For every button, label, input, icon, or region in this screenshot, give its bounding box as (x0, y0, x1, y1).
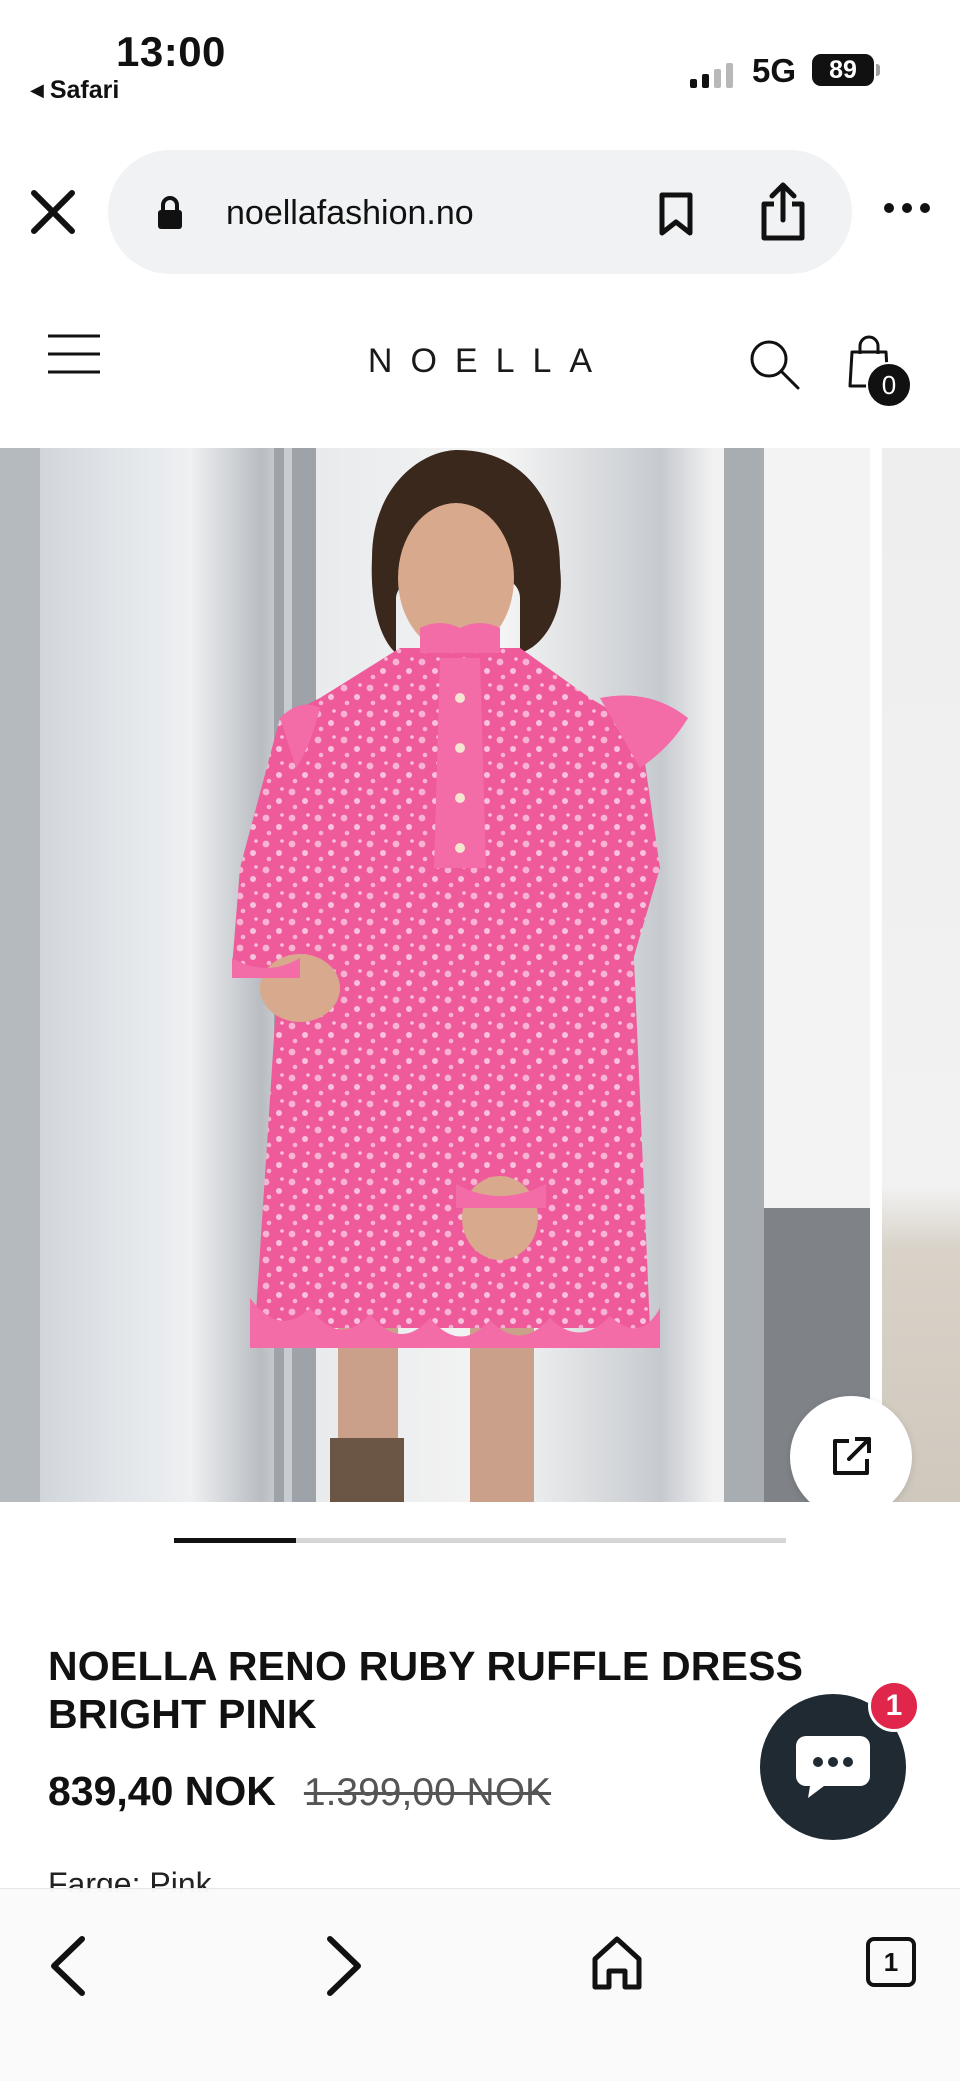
url-text: noellafashion.no (226, 194, 474, 232)
signal-icon (690, 62, 733, 88)
cart-count: 0 (881, 369, 897, 400)
open-tabs-count: 1 (883, 1946, 899, 1977)
chat-icon (796, 1736, 870, 1798)
browser-toolbar: 1 (0, 1888, 960, 2081)
status-time: 13:00 (116, 28, 226, 75)
brand-logo[interactable]: NOELLA (0, 342, 960, 381)
close-icon[interactable] (28, 187, 78, 237)
back-to-app-link[interactable]: ◀ Safari (30, 76, 119, 105)
bookmark-icon[interactable] (656, 192, 696, 236)
back-icon[interactable] (44, 1933, 94, 1999)
forward-icon[interactable] (318, 1933, 368, 1999)
share-icon[interactable] (758, 182, 808, 242)
back-triangle-icon: ◀ (30, 80, 44, 100)
original-price: 1.399,00 NOK (303, 1771, 552, 1814)
browser-address-bar: noellafashion.no (0, 142, 960, 282)
chat-unread-badge: 1 (868, 1680, 920, 1732)
cart-count-badge: 0 (866, 362, 912, 408)
site-header: NOELLA 0 (0, 290, 960, 450)
product-title: NOELLA RENO RUBY RUFFLE DRESS BRIGHT PIN… (48, 1643, 804, 1737)
search-icon[interactable] (748, 338, 800, 390)
tabs-icon[interactable]: 1 (866, 1937, 916, 1987)
battery-level: 89 (829, 55, 857, 84)
sale-price: 839,40 NOK (48, 1768, 276, 1814)
product-gallery[interactable] (0, 448, 960, 1502)
lock-icon (158, 196, 182, 229)
next-product-image[interactable] (882, 448, 960, 1502)
more-icon[interactable] (882, 198, 932, 218)
battery-tip (876, 64, 880, 76)
url-field[interactable]: noellafashion.no (108, 150, 852, 274)
home-icon[interactable] (590, 1933, 644, 1993)
product-photo-illustration (0, 448, 870, 1502)
back-app-label: Safari (49, 76, 120, 104)
status-bar: 13:00 ◀ Safari 5G 89 (0, 0, 960, 120)
gallery-progress-bar[interactable] (174, 1538, 786, 1543)
product-image[interactable] (0, 448, 870, 1502)
gallery-progress-fill (174, 1538, 297, 1543)
external-link-icon (833, 1437, 871, 1475)
battery-icon: 89 (812, 54, 874, 86)
price-row: 839,40 NOK 1.399,00 NOK (48, 1768, 551, 1815)
network-type: 5G (752, 52, 797, 89)
